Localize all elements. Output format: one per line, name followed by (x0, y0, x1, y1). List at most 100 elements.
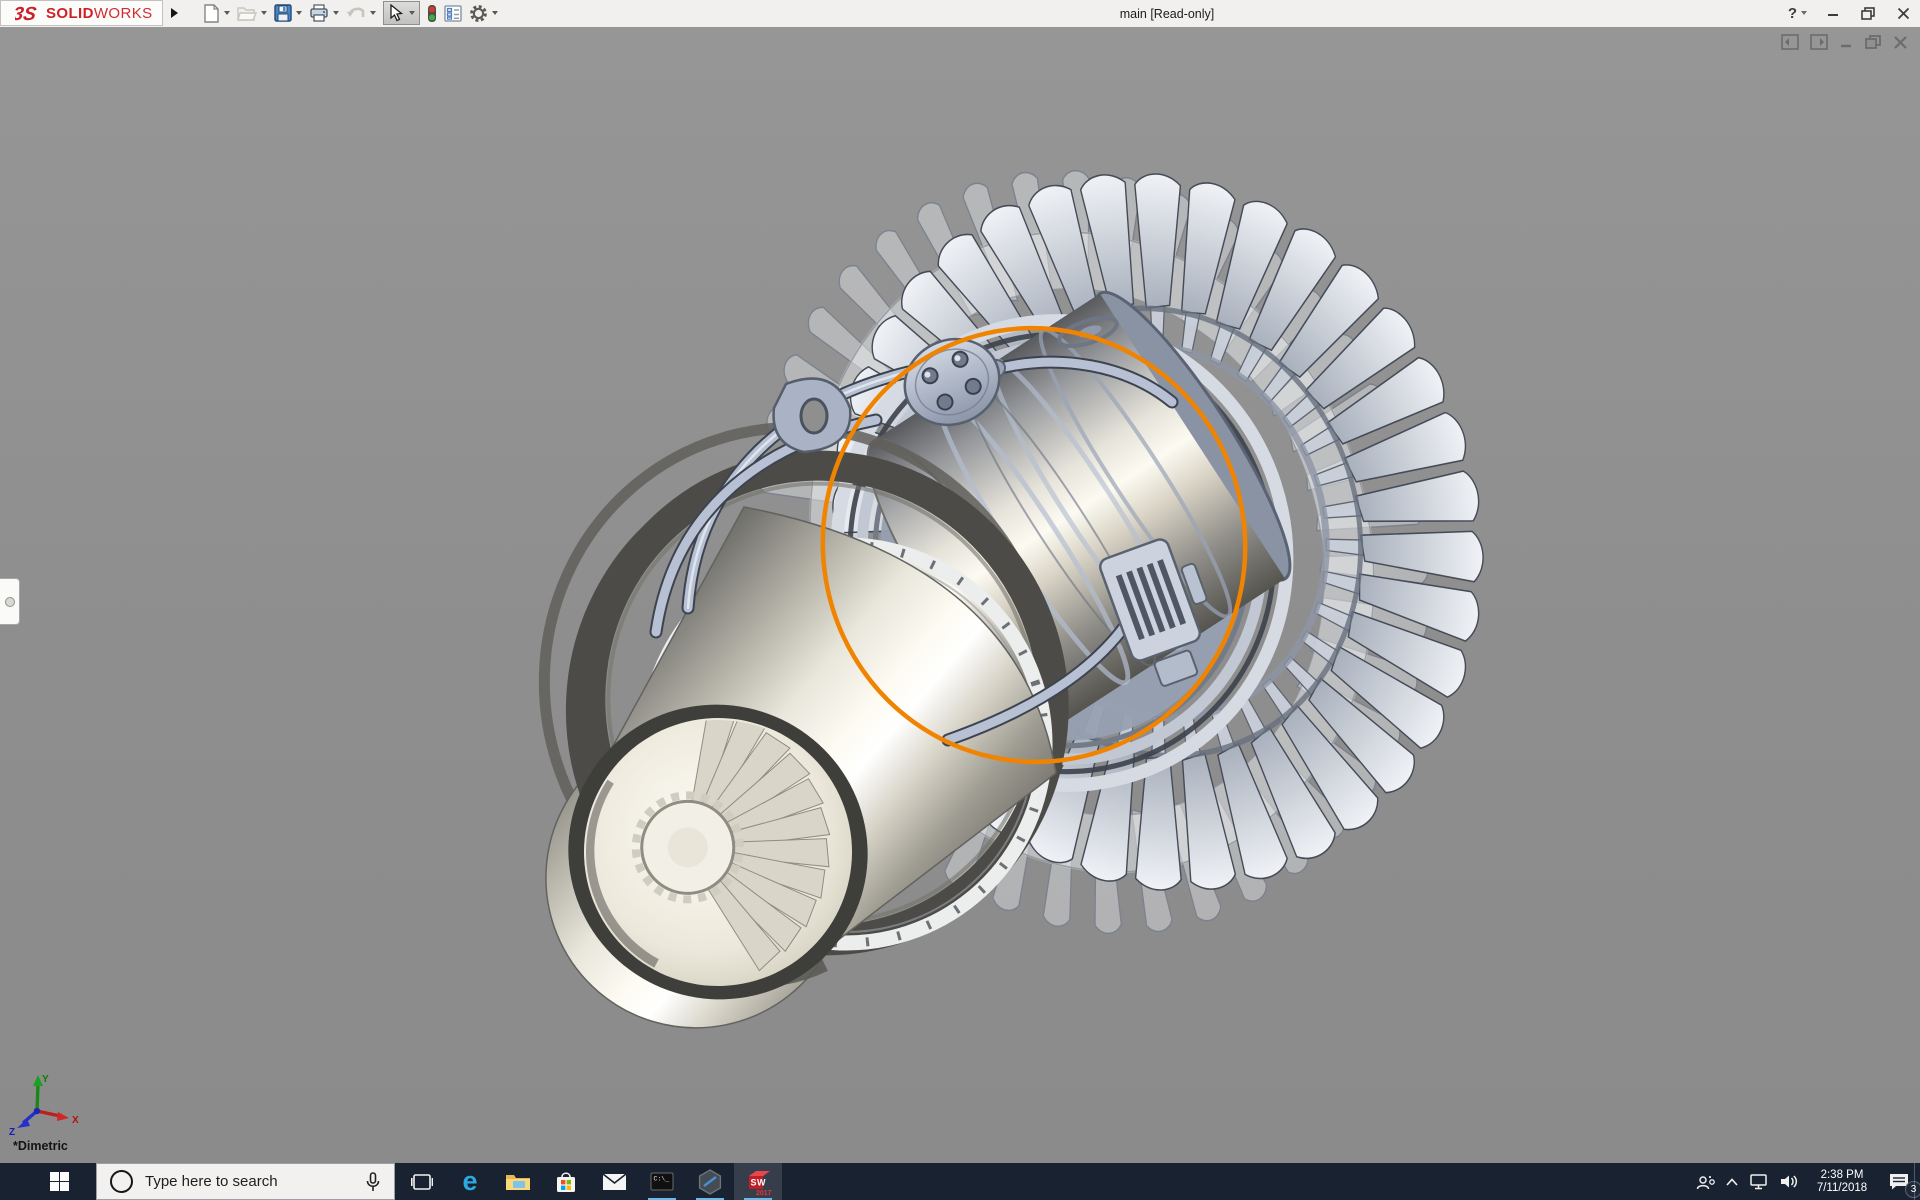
mail-button[interactable] (590, 1163, 638, 1200)
select-cursor-icon (388, 4, 403, 22)
brand-text: SOLIDWORKS (46, 5, 153, 22)
undo-caret[interactable] (370, 11, 376, 15)
pane-expand-right-icon[interactable] (1810, 34, 1828, 50)
store-icon (554, 1171, 578, 1193)
print-icon (309, 4, 329, 22)
doc-minimize-icon[interactable] (1839, 34, 1853, 50)
gear-icon (469, 4, 488, 23)
stoplight-icon (427, 4, 437, 23)
options-caret[interactable] (492, 11, 498, 15)
titlebar: 3S SOLIDWORKS (0, 0, 1920, 28)
chevron-up-icon (1725, 1177, 1739, 1187)
document-window-controls (1781, 34, 1908, 50)
network-button[interactable] (1744, 1163, 1774, 1200)
solidworks-app-button[interactable]: S W 2017 (734, 1163, 782, 1200)
open-folder-icon (237, 4, 257, 22)
svg-text:C:\_: C:\_ (654, 1176, 670, 1183)
doc-restore-icon[interactable] (1864, 34, 1882, 50)
tray-date: 7/11/2018 (1817, 1182, 1867, 1195)
close-icon (1897, 7, 1910, 20)
view-orientation-label: *Dimetric (13, 1139, 68, 1153)
help-button[interactable]: ? (1788, 5, 1807, 22)
start-button[interactable] (0, 1163, 92, 1200)
open-button[interactable] (237, 4, 267, 22)
search-placeholder: Type here to search (145, 1173, 366, 1190)
solidworks-app-icon: S W 2017 (744, 1168, 772, 1196)
triad-x-label: X (72, 1115, 79, 1126)
graphics-viewport[interactable]: Y X Z *Dimetric (0, 27, 1920, 1163)
close-button[interactable] (1894, 4, 1912, 22)
restore-icon (1861, 7, 1875, 20)
edge-browser-button[interactable]: e (446, 1163, 494, 1200)
taskbar-apps: e (398, 1163, 782, 1200)
new-document-caret[interactable] (224, 11, 230, 15)
clock[interactable]: 2:38 PM 7/11/2018 (1804, 1163, 1880, 1200)
show-desktop-button[interactable] (1914, 1163, 1920, 1200)
new-document-button[interactable] (203, 4, 230, 23)
mail-icon (602, 1173, 627, 1191)
file-explorer-button[interactable] (494, 1163, 542, 1200)
tray-time: 2:38 PM (1817, 1169, 1867, 1182)
svg-text:3S: 3S (15, 4, 38, 25)
stoplight-button[interactable] (427, 4, 437, 23)
triad-y-label: Y (42, 1074, 49, 1085)
save-floppy-icon (274, 4, 292, 22)
window-controls: ? (1788, 0, 1912, 26)
solidworks-menu-button[interactable]: 3S SOLIDWORKS (0, 0, 163, 26)
hexagon-app-button[interactable] (686, 1163, 734, 1200)
svg-text:2017: 2017 (756, 1190, 772, 1196)
svg-text:W: W (757, 1177, 766, 1187)
orientation-triad: Y X Z (7, 1071, 83, 1137)
print-caret[interactable] (333, 11, 339, 15)
task-view-icon (411, 1173, 433, 1191)
restore-button[interactable] (1859, 4, 1877, 22)
volume-button[interactable] (1774, 1163, 1804, 1200)
network-icon (1749, 1173, 1769, 1190)
doc-close-icon[interactable] (1893, 34, 1908, 50)
file-properties-icon (444, 5, 462, 22)
minimize-button[interactable] (1824, 4, 1842, 22)
solidworks-logo-icon: 3S (15, 2, 42, 25)
cortana-icon (110, 1170, 133, 1193)
help-caret[interactable] (1801, 11, 1807, 15)
save-caret[interactable] (296, 11, 302, 15)
open-caret[interactable] (261, 11, 267, 15)
system-tray: 2:38 PM 7/11/2018 3 (1692, 1163, 1918, 1200)
engine-model[interactable] (0, 27, 1920, 1163)
speaker-icon (1779, 1173, 1799, 1190)
select-caret[interactable] (409, 11, 415, 15)
mounting-lug[interactable] (774, 379, 851, 452)
microphone-icon[interactable] (366, 1172, 380, 1192)
panel-tab-dot-icon (5, 597, 15, 607)
new-document-icon (203, 4, 220, 23)
toolbar (203, 0, 505, 26)
file-explorer-icon (505, 1172, 531, 1192)
select-tool-button[interactable] (383, 1, 420, 25)
undo-button[interactable] (346, 5, 376, 22)
svg-text:S: S (751, 1177, 757, 1187)
people-icon (1696, 1174, 1716, 1190)
store-button[interactable] (542, 1163, 590, 1200)
action-center-button[interactable]: 3 (1880, 1163, 1918, 1200)
pane-expand-left-icon[interactable] (1781, 34, 1799, 50)
menu-flyout-arrow[interactable] (165, 0, 183, 26)
edge-icon: e (462, 1168, 477, 1195)
print-button[interactable] (309, 4, 339, 22)
save-button[interactable] (274, 4, 302, 22)
taskbar: Type here to search e (0, 1163, 1920, 1200)
command-prompt-icon: C:\_ (650, 1172, 674, 1191)
undo-icon (346, 5, 366, 22)
file-properties-button[interactable] (444, 5, 462, 22)
triad-z-label: Z (9, 1127, 15, 1137)
taskbar-search-input[interactable]: Type here to search (96, 1163, 395, 1200)
command-prompt-button[interactable]: C:\_ (638, 1163, 686, 1200)
hexagon-app-icon (697, 1169, 723, 1195)
tray-overflow-button[interactable] (1720, 1163, 1744, 1200)
task-view-button[interactable] (398, 1163, 446, 1200)
document-title: main [Read-only] (1120, 7, 1215, 21)
options-button[interactable] (469, 4, 498, 23)
people-button[interactable] (1692, 1163, 1720, 1200)
feature-panel-flyout-tab[interactable] (0, 578, 20, 625)
solidworks-screen: 3S SOLIDWORKS (0, 0, 1920, 1200)
windows-logo-icon (50, 1172, 69, 1191)
